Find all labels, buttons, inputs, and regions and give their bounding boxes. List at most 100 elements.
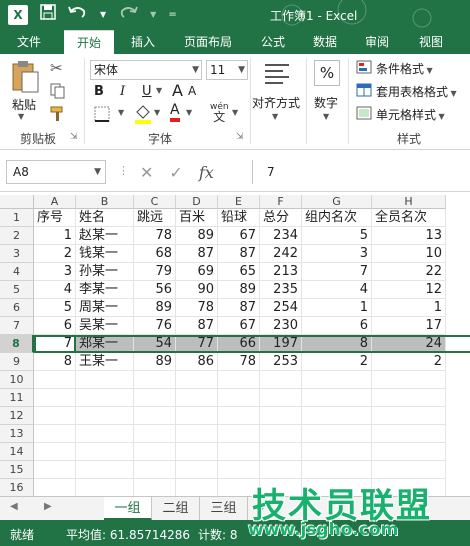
cell-h13[interactable] [372, 425, 446, 443]
cell-h7[interactable]: 17 [372, 317, 446, 335]
cell-a10[interactable] [34, 371, 76, 389]
row-header-12[interactable]: 12 [0, 407, 34, 425]
cell-e2[interactable]: 67 [218, 227, 260, 245]
cell-h1[interactable]: 全员名次 [372, 209, 446, 227]
row-header-9[interactable]: 9 [0, 353, 34, 371]
cell-g9[interactable]: 2 [302, 353, 372, 371]
row-header-13[interactable]: 13 [0, 425, 34, 443]
cell-a15[interactable] [34, 461, 76, 479]
cell-g11[interactable] [302, 389, 372, 407]
select-all-corner[interactable] [0, 195, 34, 209]
cell-f6[interactable]: 254 [260, 299, 302, 317]
cell-c11[interactable] [134, 389, 176, 407]
cell-e12[interactable] [218, 407, 260, 425]
row-header-15[interactable]: 15 [0, 461, 34, 479]
number-button[interactable]: 数字 [314, 94, 338, 111]
fill-color-icon[interactable] [134, 104, 152, 124]
font-size-combo[interactable]: 11 ▼ [206, 60, 248, 80]
cell-c2[interactable]: 78 [134, 227, 176, 245]
grow-font-button[interactable]: A [172, 81, 183, 100]
cell-c12[interactable] [134, 407, 176, 425]
tab-page-layout[interactable]: 页面布局 [176, 30, 240, 54]
sheet-prev-icon[interactable]: ◀ [10, 501, 18, 512]
cell-f1[interactable]: 总分 [260, 209, 302, 227]
row-header-10[interactable]: 10 [0, 371, 34, 389]
cell-d10[interactable] [176, 371, 218, 389]
row-header-14[interactable]: 14 [0, 443, 34, 461]
cell-g15[interactable] [302, 461, 372, 479]
cell-g10[interactable] [302, 371, 372, 389]
row-header-3[interactable]: 3 [0, 245, 34, 263]
shrink-font-button[interactable]: A [188, 84, 196, 98]
cell-g6[interactable]: 1 [302, 299, 372, 317]
cell-f11[interactable] [260, 389, 302, 407]
cell-a3[interactable]: 2 [34, 245, 76, 263]
cell-b16[interactable] [76, 479, 134, 497]
cell-d5[interactable]: 90 [176, 281, 218, 299]
name-box[interactable]: A8 ▼ [6, 160, 106, 184]
border-dropdown-icon[interactable]: ▼ [118, 108, 124, 117]
cut-icon[interactable]: ✂ [50, 59, 63, 77]
cell-b2[interactable]: 赵某一 [76, 227, 134, 245]
formula-input[interactable]: 7 [252, 160, 470, 184]
tab-home[interactable]: 开始 [64, 30, 114, 54]
cell-a13[interactable] [34, 425, 76, 443]
cell-b1[interactable]: 姓名 [76, 209, 134, 227]
font-launcher-icon[interactable]: ⇲ [236, 132, 244, 142]
redo-icon[interactable] [118, 5, 138, 25]
cell-a7[interactable]: 6 [34, 317, 76, 335]
paste-icon[interactable] [10, 60, 40, 94]
cell-f7[interactable]: 230 [260, 317, 302, 335]
cell-e15[interactable] [218, 461, 260, 479]
cell-d13[interactable] [176, 425, 218, 443]
cell-e10[interactable] [218, 371, 260, 389]
cell-c14[interactable] [134, 443, 176, 461]
column-header-c[interactable]: C [134, 195, 176, 209]
row-header-6[interactable]: 6 [0, 299, 34, 317]
cell-b9[interactable]: 王某一 [76, 353, 134, 371]
tab-data[interactable]: 数据 [304, 30, 346, 54]
bold-button[interactable]: B [94, 84, 104, 99]
cell-h2[interactable]: 13 [372, 227, 446, 245]
cell-d3[interactable]: 87 [176, 245, 218, 263]
cell-a2[interactable]: 1 [34, 227, 76, 245]
cell-g13[interactable] [302, 425, 372, 443]
cell-e5[interactable]: 89 [218, 281, 260, 299]
cell-d7[interactable]: 87 [176, 317, 218, 335]
cell-a6[interactable]: 5 [34, 299, 76, 317]
cell-h9[interactable]: 2 [372, 353, 446, 371]
number-dropdown-icon[interactable]: ▼ [323, 112, 329, 121]
cell-g14[interactable] [302, 443, 372, 461]
column-header-a[interactable]: A [34, 195, 76, 209]
row-header-16[interactable]: 16 [0, 479, 34, 497]
cell-g4[interactable]: 7 [302, 263, 372, 281]
font-color-icon[interactable]: A [170, 102, 180, 122]
cell-g7[interactable]: 6 [302, 317, 372, 335]
clipboard-launcher-icon[interactable]: ⇲ [70, 132, 78, 142]
cell-f15[interactable] [260, 461, 302, 479]
cell-h10[interactable] [372, 371, 446, 389]
cell-g3[interactable]: 3 [302, 245, 372, 263]
cell-e7[interactable]: 67 [218, 317, 260, 335]
paste-button[interactable]: 粘贴 [12, 96, 36, 113]
cell-b4[interactable]: 孙某一 [76, 263, 134, 281]
cell-f5[interactable]: 235 [260, 281, 302, 299]
cell-c10[interactable] [134, 371, 176, 389]
cell-g1[interactable]: 组内名次 [302, 209, 372, 227]
undo-dropdown-icon[interactable]: ▼ [100, 5, 106, 25]
alignment-dropdown-icon[interactable]: ▼ [272, 112, 278, 121]
cell-f12[interactable] [260, 407, 302, 425]
cell-d1[interactable]: 百米 [176, 209, 218, 227]
cell-g2[interactable]: 5 [302, 227, 372, 245]
cell-d16[interactable] [176, 479, 218, 497]
cell-h3[interactable]: 10 [372, 245, 446, 263]
customize-qat-icon[interactable]: = [168, 5, 176, 25]
redo-dropdown-icon[interactable]: ▼ [150, 5, 156, 25]
cell-e4[interactable]: 65 [218, 263, 260, 281]
font-name-combo[interactable]: 宋体 ▼ [90, 60, 202, 80]
cell-a16[interactable] [34, 479, 76, 497]
cell-f10[interactable] [260, 371, 302, 389]
cell-b11[interactable] [76, 389, 134, 407]
cell-f2[interactable]: 234 [260, 227, 302, 245]
row-header-4[interactable]: 4 [0, 263, 34, 281]
